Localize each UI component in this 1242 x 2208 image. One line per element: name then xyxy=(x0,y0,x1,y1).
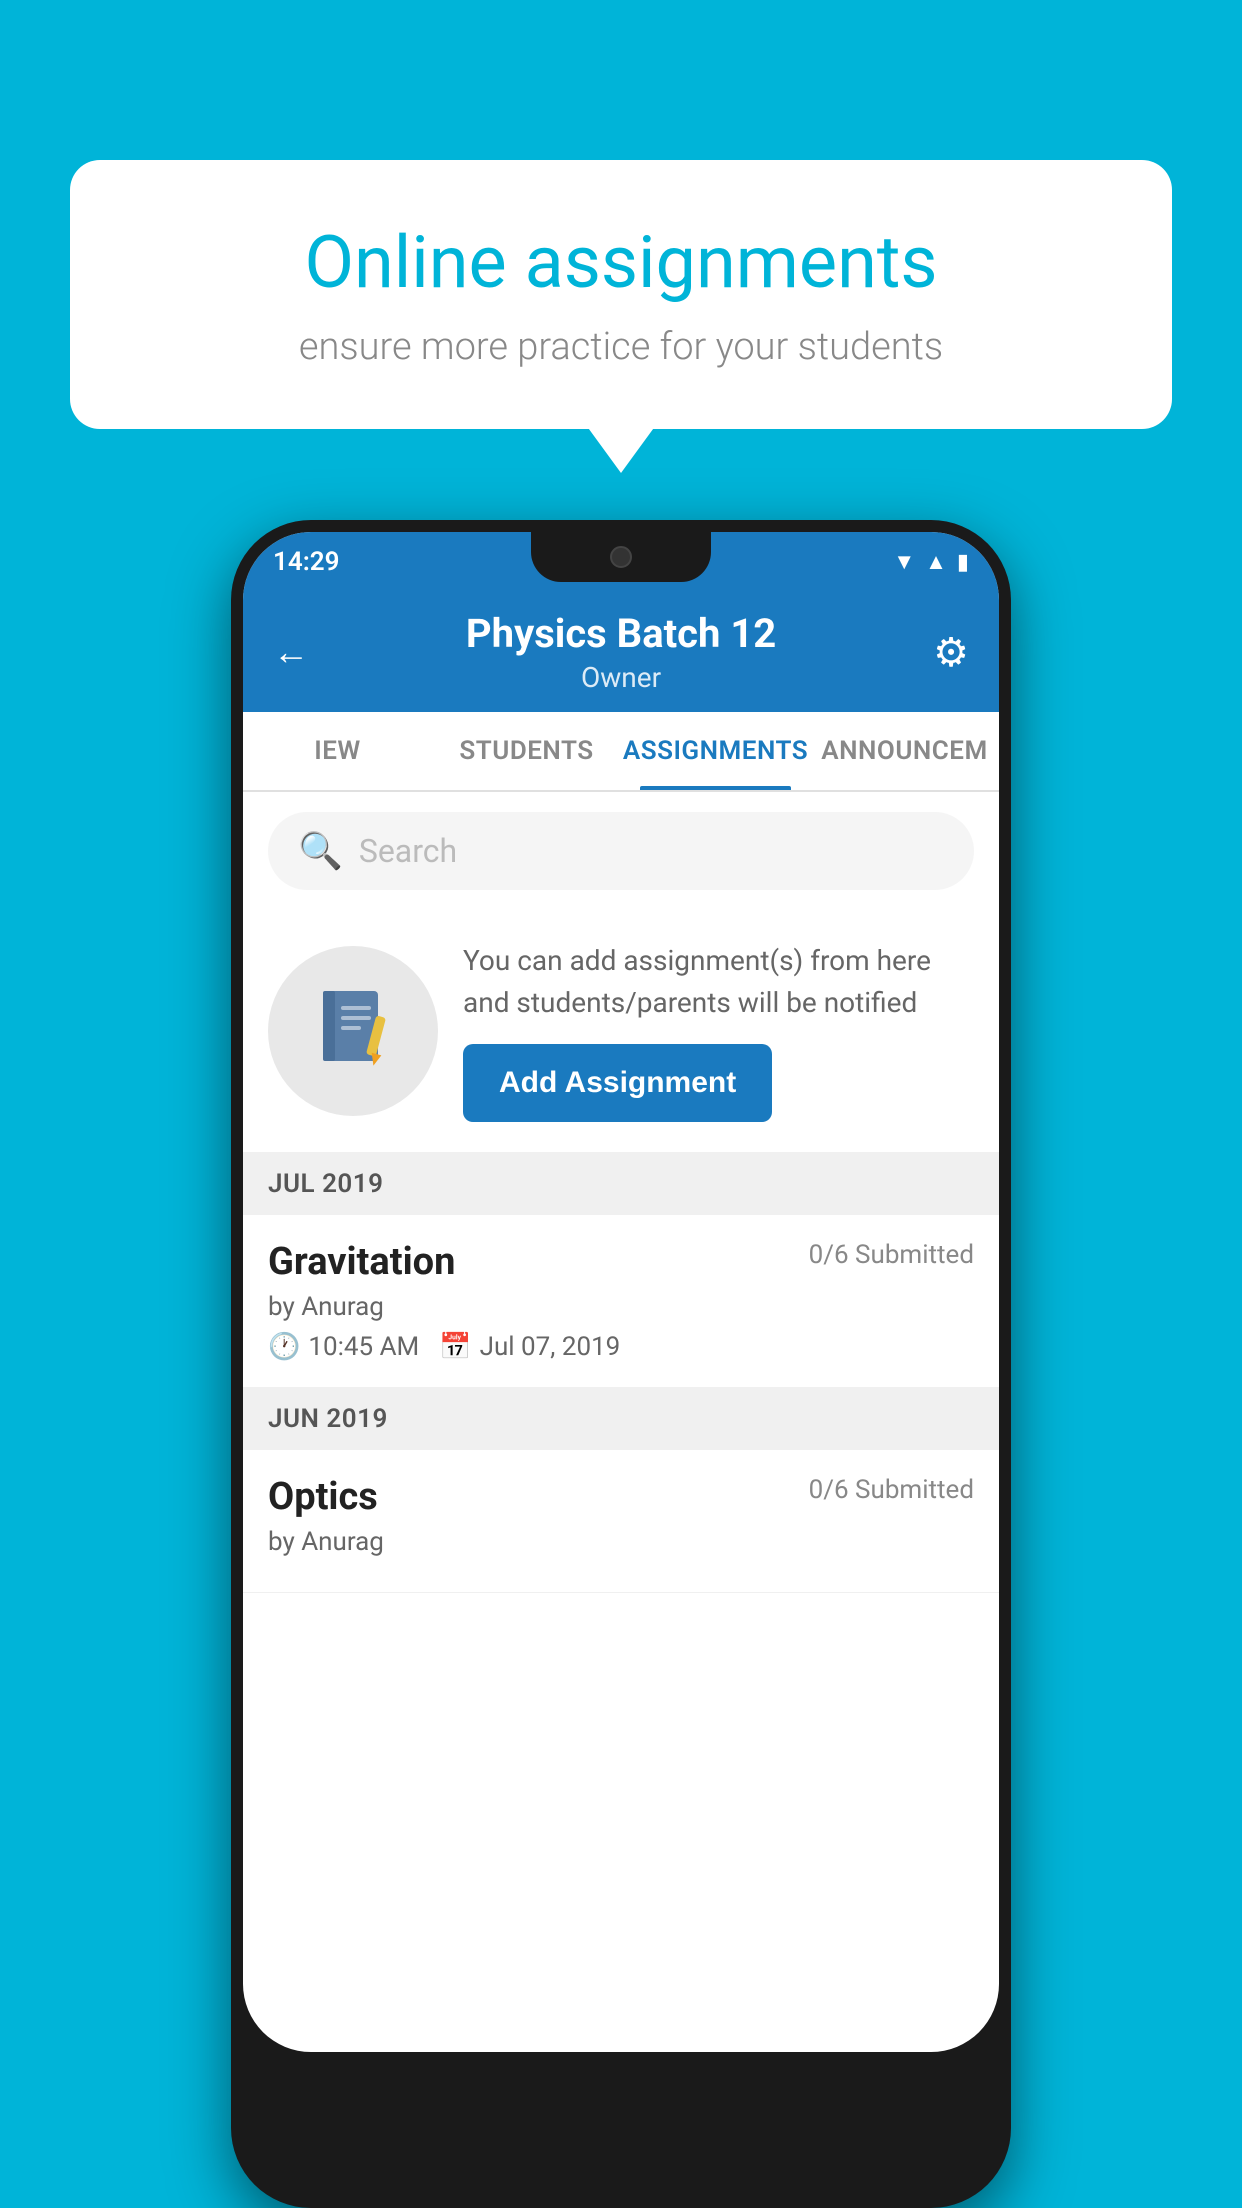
assignment-time-gravitation: 🕐 10:45 AM xyxy=(268,1332,419,1362)
assignment-date-gravitation: 📅 Jul 07, 2019 xyxy=(439,1332,620,1362)
speech-bubble-area: Online assignments ensure more practice … xyxy=(70,160,1172,429)
tabs-bar: IEW STUDENTS ASSIGNMENTS ANNOUNCEM xyxy=(243,712,999,792)
phone-camera xyxy=(610,546,632,568)
search-placeholder: Search xyxy=(359,832,457,870)
assignment-row1-optics: Optics 0/6 Submitted xyxy=(268,1475,974,1519)
assignment-title-gravitation: Gravitation xyxy=(268,1240,455,1284)
clock-icon: 🕐 xyxy=(268,1332,300,1362)
status-icons: ▼ ▲ ▮ xyxy=(893,549,969,575)
calendar-icon: 📅 xyxy=(439,1332,471,1362)
search-bar[interactable]: 🔍 Search xyxy=(268,812,974,890)
promo-description: You can add assignment(s) from here and … xyxy=(463,940,974,1024)
search-container: 🔍 Search xyxy=(243,792,999,910)
tab-students[interactable]: STUDENTS xyxy=(432,712,621,790)
signal-icon: ▲ xyxy=(925,549,947,575)
assignment-row1: Gravitation 0/6 Submitted xyxy=(268,1240,974,1284)
promo-content: You can add assignment(s) from here and … xyxy=(463,940,974,1122)
section-header-jun: JUN 2019 xyxy=(243,1388,999,1450)
phone-device: 14:29 ▼ ▲ ▮ ← Physics Batch 12 Owner ⚙ xyxy=(231,520,1011,2208)
assignment-item-gravitation[interactable]: Gravitation 0/6 Submitted by Anurag 🕐 10… xyxy=(243,1215,999,1388)
header-title: Physics Batch 12 xyxy=(466,610,776,657)
assignment-submitted-optics: 0/6 Submitted xyxy=(809,1475,974,1505)
phone-wrapper: 14:29 ▼ ▲ ▮ ← Physics Batch 12 Owner ⚙ xyxy=(70,520,1172,2208)
header-title-area: Physics Batch 12 Owner xyxy=(466,610,776,694)
speech-bubble-subtitle: ensure more practice for your students xyxy=(140,325,1102,369)
search-icon: 🔍 xyxy=(298,830,343,872)
back-button[interactable]: ← xyxy=(273,631,309,673)
assignment-meta-gravitation: 🕐 10:45 AM 📅 Jul 07, 2019 xyxy=(268,1332,974,1362)
wifi-icon: ▼ xyxy=(893,549,915,575)
add-assignment-button[interactable]: Add Assignment xyxy=(463,1044,772,1122)
tab-assignments[interactable]: ASSIGNMENTS xyxy=(621,712,810,790)
promo-icon-circle xyxy=(268,946,438,1116)
phone-screen: 14:29 ▼ ▲ ▮ ← Physics Batch 12 Owner ⚙ xyxy=(243,532,999,2052)
battery-icon: ▮ xyxy=(957,550,969,575)
assignment-title-optics: Optics xyxy=(268,1475,378,1519)
speech-bubble-title: Online assignments xyxy=(140,220,1102,305)
status-time: 14:29 xyxy=(273,547,340,577)
assignment-by-gravitation: by Anurag xyxy=(268,1292,974,1322)
assignment-by-optics: by Anurag xyxy=(268,1527,974,1557)
tab-announcements[interactable]: ANNOUNCEM xyxy=(810,712,999,790)
promo-area: You can add assignment(s) from here and … xyxy=(243,910,999,1153)
notebook-icon xyxy=(313,986,393,1076)
assignment-submitted-gravitation: 0/6 Submitted xyxy=(809,1240,974,1270)
assignment-item-optics[interactable]: Optics 0/6 Submitted by Anurag xyxy=(243,1450,999,1593)
app-header: ← Physics Batch 12 Owner ⚙ xyxy=(243,592,999,712)
tab-iew[interactable]: IEW xyxy=(243,712,432,790)
gear-icon[interactable]: ⚙ xyxy=(933,629,969,676)
speech-bubble: Online assignments ensure more practice … xyxy=(70,160,1172,429)
phone-notch xyxy=(531,532,711,582)
section-header-jul: JUL 2019 xyxy=(243,1153,999,1215)
header-subtitle: Owner xyxy=(466,661,776,694)
